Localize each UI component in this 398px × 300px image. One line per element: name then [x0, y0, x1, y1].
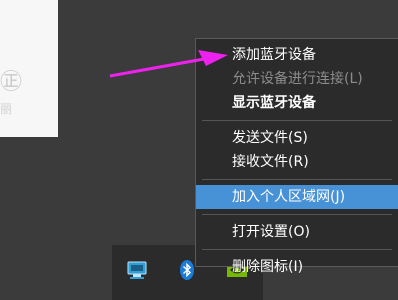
menu-item-remove-icon[interactable]: 删除图标(I) — [196, 255, 398, 279]
menu-separator — [202, 179, 392, 180]
menu-separator — [202, 120, 392, 121]
network-adapter-icon[interactable] — [126, 259, 148, 281]
pointer-arrow-annotation — [109, 50, 228, 78]
menu-separator — [202, 249, 392, 250]
menu-item-send-file[interactable]: 发送文件(S) — [196, 126, 398, 150]
menu-item-join-personal-area-network[interactable]: 加入个人区域网(J) — [196, 185, 398, 209]
background-text: 丽 — [0, 102, 13, 116]
menu-item-show-bluetooth-devices[interactable]: 显示蓝牙设备 — [196, 91, 398, 115]
background-glyph: ㊣ — [0, 70, 23, 95]
menu-item-receive-file[interactable]: 接收文件(R) — [196, 150, 398, 174]
menu-separator — [202, 214, 392, 215]
background-window: ㊣ 丽 — [0, 0, 58, 137]
menu-item-open-settings[interactable]: 打开设置(O) — [196, 220, 398, 244]
